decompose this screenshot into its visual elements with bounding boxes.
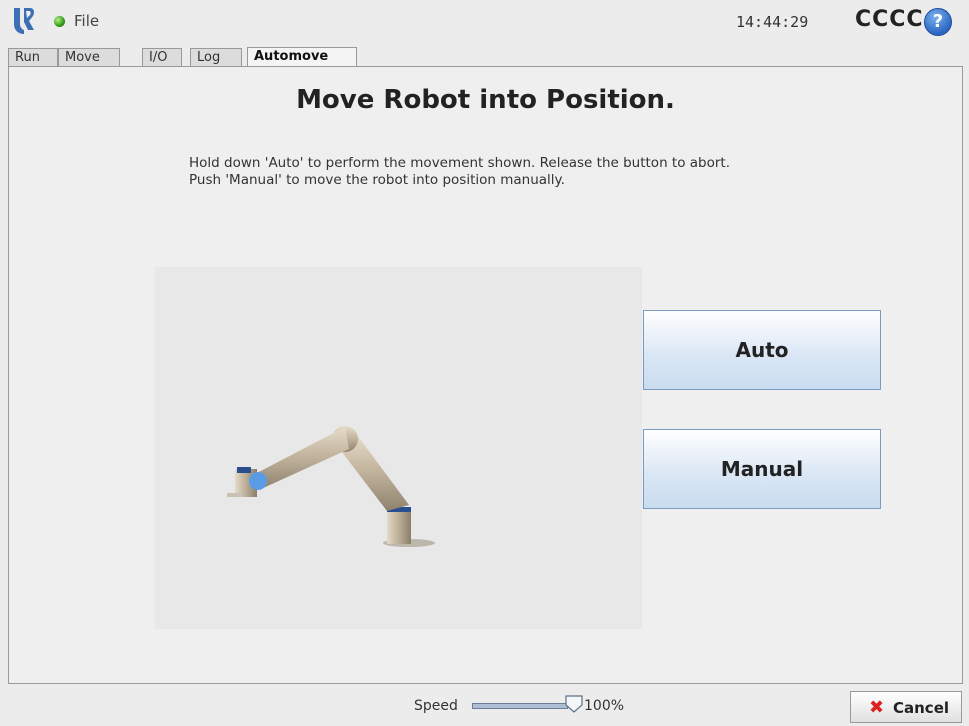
tab-automove[interactable]: Automove — [247, 47, 357, 67]
automove-panel: Move Robot into Position. Hold down 'Aut… — [8, 66, 963, 684]
universal-robots-logo-icon[interactable] — [12, 6, 36, 34]
cancel-label: Cancel — [893, 699, 950, 717]
tab-io[interactable]: I/O — [142, 48, 182, 66]
clock: 14:44:29 — [736, 13, 809, 31]
robot-3d-view — [155, 267, 642, 629]
robot-status-icon[interactable] — [54, 16, 65, 27]
page-title: Move Robot into Position. — [296, 85, 675, 115]
speed-label: Speed — [414, 698, 458, 714]
cancel-button[interactable]: ✖ Cancel — [850, 691, 962, 723]
help-question-icon[interactable]: ? — [924, 8, 952, 36]
robot-arm-illustration — [227, 426, 435, 547]
file-menu[interactable]: File — [74, 12, 99, 30]
bottom-bar: Speed 100% ✖ Cancel — [0, 684, 969, 726]
robot-name: CCCC — [855, 7, 924, 32]
speed-slider-fill — [473, 704, 567, 708]
speed-value: 100% — [584, 698, 625, 714]
speed-slider-thumb-icon[interactable] — [565, 695, 583, 713]
auto-button[interactable]: Auto — [643, 310, 881, 390]
red-x-icon: ✖ — [869, 697, 885, 718]
manual-button[interactable]: Manual — [643, 429, 881, 509]
tab-move[interactable]: Move — [58, 48, 120, 66]
tab-log[interactable]: Log — [190, 48, 242, 66]
instruction-line-1: Hold down 'Auto' to perform the movement… — [189, 155, 730, 171]
top-bar: File 14:44:29 CCCC ? — [0, 0, 969, 44]
tab-run[interactable]: Run — [8, 48, 58, 66]
instruction-line-2: Push 'Manual' to move the robot into pos… — [189, 172, 565, 188]
speed-slider[interactable] — [472, 703, 568, 709]
